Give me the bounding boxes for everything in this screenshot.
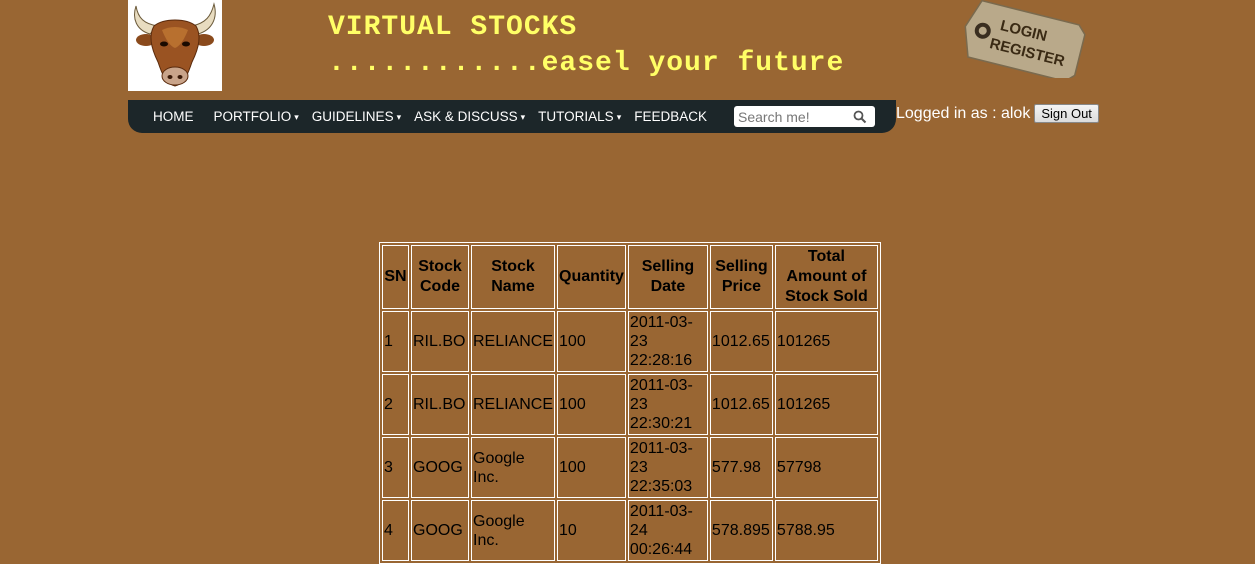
chevron-down-icon: ▾	[396, 112, 402, 122]
table-row: 2 RIL.BO RELIANCE 100 2011-03-23 22:30:2…	[382, 374, 878, 435]
site-title: VIRTUAL STOCKS	[328, 12, 578, 43]
nav-item-ask-discuss[interactable]: ASK & DISCUSS ▾	[414, 109, 525, 124]
column-header-sn: SN	[382, 245, 409, 309]
cell-selling-price: 1012.65	[709, 311, 773, 372]
cell-stock-name: Google Inc.	[471, 500, 556, 561]
search-input[interactable]	[734, 108, 854, 125]
chevron-down-icon: ▾	[616, 112, 622, 122]
nav-item-label: HOME	[153, 109, 194, 124]
cell-total-amount: 101265	[774, 374, 878, 435]
login-register-tag[interactable]: LOGIN REGISTER	[958, 0, 1090, 82]
nav-item-guidelines[interactable]: GUIDELINES ▾	[312, 109, 401, 124]
nav-item-label: FEEDBACK	[634, 109, 707, 124]
cell-sn: 2	[382, 374, 409, 435]
column-header-stock-code: Stock Code	[411, 245, 469, 309]
page: VIRTUAL STOCKS ............easel your fu…	[0, 0, 1255, 564]
cell-quantity: 10	[557, 500, 626, 561]
user-status: Logged in as : alok Sign Out	[896, 104, 1099, 123]
nav-item-label: TUTORIALS	[538, 109, 614, 124]
column-header-stock-name: Stock Name	[471, 245, 556, 309]
cell-sn: 3	[382, 437, 409, 498]
table-row: 3 GOOG Google Inc. 100 2011-03-23 22:35:…	[382, 437, 878, 498]
search-box	[734, 106, 875, 127]
cell-stock-code: GOOG	[411, 437, 469, 498]
nav-item-label: GUIDELINES	[311, 109, 394, 124]
tag-icon: LOGIN REGISTER	[964, 0, 1086, 82]
chevron-down-icon: ▾	[294, 112, 299, 122]
cell-quantity: 100	[557, 311, 626, 372]
bull-head-icon	[128, 0, 222, 91]
sold-stocks-table: SN Stock Code Stock Name Quantity Sellin…	[379, 242, 881, 564]
bull-logo[interactable]	[128, 0, 222, 91]
column-header-selling-price: Selling Price	[709, 245, 773, 309]
cell-stock-code: RIL.BO	[411, 311, 469, 372]
column-header-total-amount: Total Amount of Stock Sold	[774, 245, 878, 309]
nav-item-portfolio[interactable]: PORTFOLIO ▾	[214, 109, 299, 124]
cell-selling-date: 2011-03-23 22:30:21	[627, 374, 708, 435]
table-header-row: SN Stock Code Stock Name Quantity Sellin…	[382, 245, 878, 309]
nav-menu: HOME PORTFOLIO ▾ GUIDELINES ▾ ASK & DISC…	[128, 100, 720, 133]
cell-total-amount: 5788.95	[774, 500, 878, 561]
nav-item-feedback[interactable]: FEEDBACK	[634, 109, 707, 124]
cell-stock-name: Google Inc.	[471, 437, 556, 498]
cell-selling-date: 2011-03-23 22:28:16	[627, 311, 708, 372]
nav-item-label: PORTFOLIO	[213, 109, 292, 124]
nav-item-home[interactable]: HOME	[153, 109, 194, 124]
cell-selling-price: 578.895	[709, 500, 773, 561]
cell-sn: 4	[382, 500, 409, 561]
table-row: 1 RIL.BO RELIANCE 100 2011-03-23 22:28:1…	[382, 311, 878, 372]
cell-stock-name: RELIANCE	[471, 311, 556, 372]
cell-stock-code: RIL.BO	[411, 374, 469, 435]
main-navbar: HOME PORTFOLIO ▾ GUIDELINES ▾ ASK & DISC…	[128, 100, 896, 133]
nav-item-tutorials[interactable]: TUTORIALS ▾	[538, 109, 621, 124]
column-header-quantity: Quantity	[557, 245, 626, 309]
nav-item-label: ASK & DISCUSS	[414, 109, 518, 124]
logged-in-text: Logged in as : alok	[896, 104, 1031, 122]
cell-stock-name: RELIANCE	[471, 374, 556, 435]
cell-selling-price: 577.98	[709, 437, 773, 498]
sign-out-button[interactable]: Sign Out	[1034, 104, 1099, 123]
cell-total-amount: 101265	[774, 311, 878, 372]
cell-selling-date: 2011-03-23 22:35:03	[627, 437, 708, 498]
cell-selling-date: 2011-03-24 00:26:44	[627, 500, 708, 561]
cell-selling-price: 1012.65	[709, 374, 773, 435]
cell-stock-code: GOOG	[411, 500, 469, 561]
cell-total-amount: 57798	[774, 437, 878, 498]
chevron-down-icon: ▾	[520, 112, 526, 122]
column-header-selling-date: Selling Date	[627, 245, 708, 309]
cell-quantity: 100	[557, 374, 626, 435]
cell-sn: 1	[382, 311, 409, 372]
site-tagline: ............easel your future	[328, 48, 845, 79]
table-row: 4 GOOG Google Inc. 10 2011-03-24 00:26:4…	[382, 500, 878, 561]
search-icon[interactable]	[853, 110, 867, 124]
cell-quantity: 100	[557, 437, 626, 498]
